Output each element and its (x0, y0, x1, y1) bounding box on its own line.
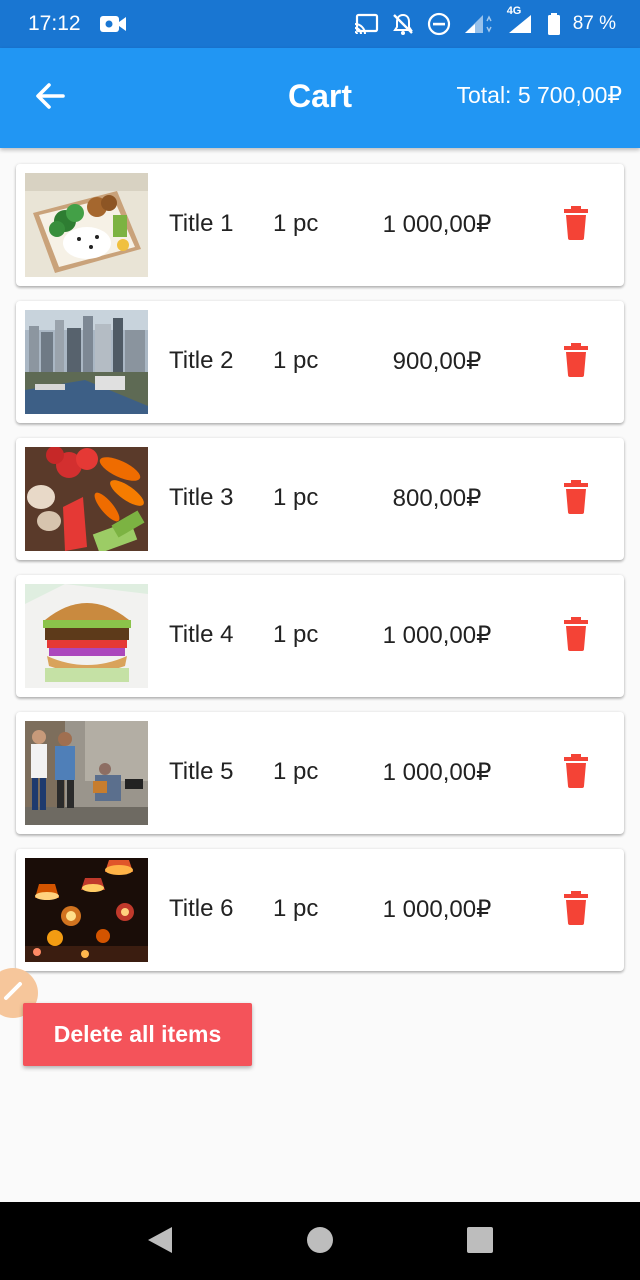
nav-back-button[interactable] (142, 1224, 178, 1260)
delete-item-button[interactable] (552, 338, 600, 386)
item-title: Title 1 (169, 210, 234, 237)
item-image-bento (25, 173, 148, 277)
nav-recents-button[interactable] (462, 1224, 498, 1260)
system-navigation-bar (0, 1202, 640, 1280)
status-time: 17:12 (28, 12, 81, 35)
item-title: Title 3 (169, 484, 234, 511)
cart-item: Title 2 1 pc 900,00₽ (16, 301, 624, 423)
network-4g-icon: 4G (507, 5, 535, 35)
delete-item-button[interactable] (552, 612, 600, 660)
item-price: 1 000,00₽ (382, 759, 492, 786)
item-title: Title 6 (169, 895, 234, 922)
nav-home-button[interactable] (302, 1224, 338, 1260)
item-quantity: 1 pc (273, 484, 319, 511)
bell-off-icon (391, 12, 415, 36)
cast-icon (353, 13, 379, 35)
cart-item: Title 6 1 pc 1 000,00₽ (16, 849, 624, 971)
back-triangle-icon (146, 1225, 174, 1260)
item-image-vegetables (25, 447, 148, 551)
signal-icon (463, 13, 495, 35)
item-image-lanterns (25, 858, 148, 962)
cart-item: Title 4 1 pc 1 000,00₽ (16, 575, 624, 697)
trash-icon (562, 753, 590, 793)
item-image-burger (25, 584, 148, 688)
cart-item: Title 1 1 pc 1 000,00₽ (16, 164, 624, 286)
home-circle-icon (306, 1226, 334, 1259)
app-bar: Cart Total: 5 700,00₽ (0, 48, 640, 148)
item-price: 1 000,00₽ (382, 622, 492, 649)
item-title: Title 2 (169, 347, 234, 374)
item-quantity: 1 pc (273, 210, 319, 237)
do-not-disturb-icon (427, 12, 451, 36)
trash-icon (562, 616, 590, 656)
video-camera-icon (99, 14, 127, 34)
item-image-street (25, 721, 148, 825)
item-quantity: 1 pc (273, 895, 319, 922)
recents-square-icon (466, 1226, 494, 1259)
delete-item-button[interactable] (552, 886, 600, 934)
trash-icon (562, 479, 590, 519)
item-price: 1 000,00₽ (382, 896, 492, 923)
item-price: 900,00₽ (392, 348, 482, 375)
delete-all-button[interactable]: Delete all items (23, 1003, 252, 1066)
battery-icon (547, 12, 561, 36)
network-label: 4G (506, 5, 522, 17)
trash-icon (562, 342, 590, 382)
delete-item-button[interactable] (552, 201, 600, 249)
pencil-icon (2, 980, 24, 1007)
cart-total: Total: 5 700,00₽ (456, 82, 622, 108)
item-title: Title 5 (169, 758, 234, 785)
item-quantity: 1 pc (273, 621, 319, 648)
item-price: 800,00₽ (392, 485, 482, 512)
delete-item-button[interactable] (552, 749, 600, 797)
cart-item: Title 3 1 pc 800,00₽ (16, 438, 624, 560)
trash-icon (562, 890, 590, 930)
cart-item: Title 5 1 pc 1 000,00₽ (16, 712, 624, 834)
trash-icon (562, 205, 590, 245)
battery-level: 87 % (572, 13, 616, 34)
screen: 17:12 4G 87 % Cart Total: 5 700,00₽ Titl… (0, 0, 640, 1280)
item-image-city (25, 310, 148, 414)
delete-item-button[interactable] (552, 475, 600, 523)
cart-list: Title 1 1 pc 1 000,00₽ Title 2 1 pc 900,… (16, 164, 624, 986)
item-quantity: 1 pc (273, 758, 319, 785)
item-title: Title 4 (169, 621, 234, 648)
status-bar: 17:12 4G 87 % (0, 0, 640, 48)
item-quantity: 1 pc (273, 347, 319, 374)
item-price: 1 000,00₽ (382, 211, 492, 238)
